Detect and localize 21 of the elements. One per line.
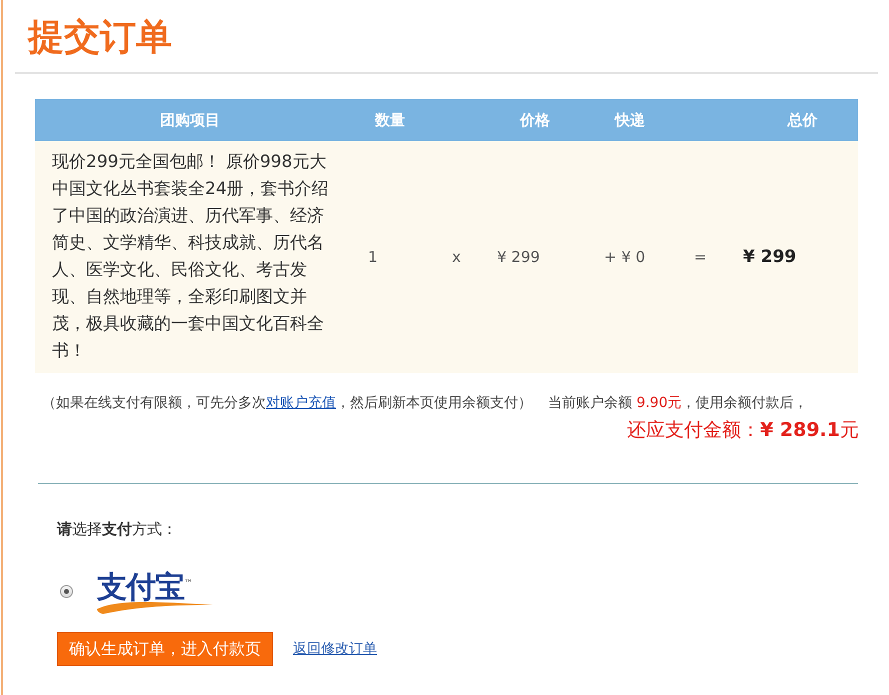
multiply-sign: x <box>452 248 461 266</box>
column-header: 快递 <box>615 110 645 130</box>
balance-text: 当前账户余额 9.90元，使用余额付款后， <box>548 394 808 413</box>
column-header: 价格 <box>520 110 550 130</box>
radio-button[interactable] <box>60 584 73 598</box>
column-header: 总价 <box>788 110 818 130</box>
amount-due: 还应支付金额：¥ 289.1元 <box>627 418 859 443</box>
back-link[interactable]: 返回修改订单 <box>293 640 377 658</box>
limit-note: （如果在线支付有限额，可先分多次对账户充值，然后刷新本页使用余额支付） <box>42 394 532 413</box>
equals-sign: = <box>694 248 707 266</box>
total-cell: ¥ 299 <box>743 247 796 267</box>
quantity-cell: 1 <box>368 248 378 266</box>
payment-prompt: 请选择支付方式： <box>57 519 177 540</box>
page-title: 提交订单 <box>28 16 172 60</box>
item-description: 现价299元全国包邮！ 原价998元大中国文化丛书套装全24册，套书介绍了中国的政治演进、历代军事、经济简史、文学精华、科技成就、历代名人、医学文化、民俗文化、考古发现、自然地理等，全彩印刷图文并茂，极具收藏的一套中国文化百科全书！ <box>51 151 330 363</box>
shipping-cell: + ¥ 0 <box>604 248 646 266</box>
column-header: 数量 <box>375 110 405 130</box>
price-cell: ¥ 299 <box>497 248 540 266</box>
alipay-logo-text: 支付宝$^{™}$ <box>97 569 192 604</box>
recharge-link[interactable]: 对账户充值 <box>266 395 336 411</box>
column-header: 团购项目 <box>160 110 220 130</box>
